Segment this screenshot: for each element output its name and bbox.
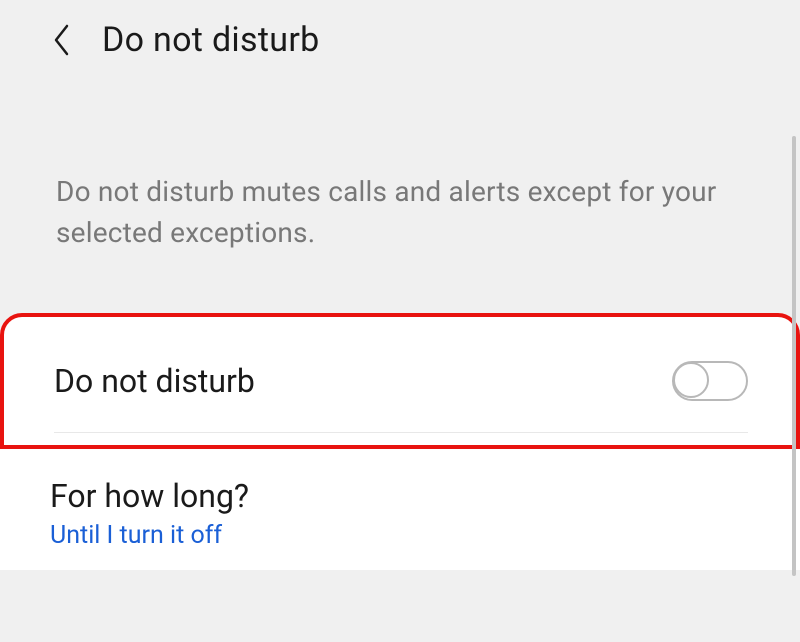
page-title: Do not disturb bbox=[102, 20, 320, 60]
divider bbox=[54, 432, 748, 433]
do-not-disturb-label: Do not disturb bbox=[54, 362, 255, 400]
scrollbar[interactable] bbox=[792, 136, 796, 576]
toggle-knob bbox=[673, 362, 709, 398]
back-icon[interactable] bbox=[50, 28, 74, 52]
duration-label: For how long? bbox=[50, 477, 752, 515]
settings-card: Do not disturb For how long? Until I tur… bbox=[0, 313, 800, 570]
duration-row[interactable]: For how long? Until I turn it off bbox=[0, 449, 800, 570]
header: Do not disturb bbox=[0, 0, 800, 90]
do-not-disturb-toggle[interactable] bbox=[672, 361, 748, 401]
duration-value: Until I turn it off bbox=[50, 521, 752, 550]
description-text: Do not disturb mutes calls and alerts ex… bbox=[0, 90, 800, 313]
do-not-disturb-row[interactable]: Do not disturb bbox=[0, 313, 800, 449]
